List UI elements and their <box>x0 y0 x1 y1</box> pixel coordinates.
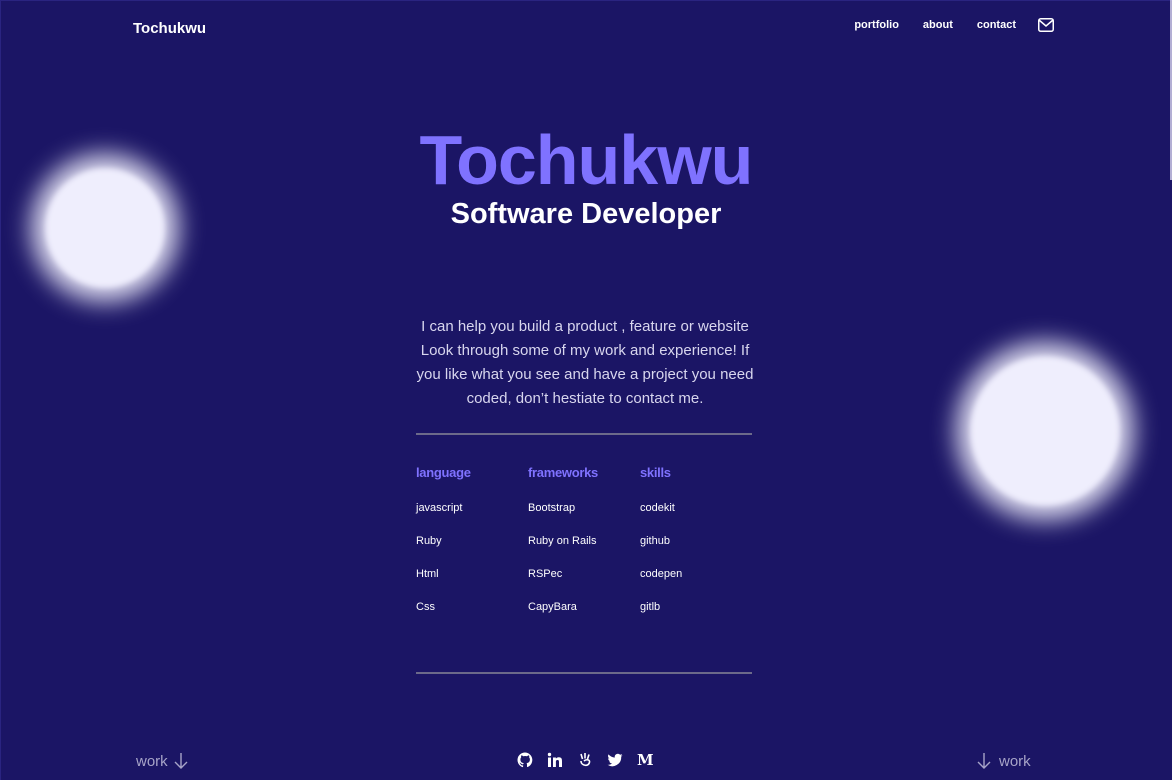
list-item: Html <box>416 568 439 580</box>
mail-icon[interactable] <box>1038 18 1054 32</box>
skills-column-frameworks: frameworks Bootstrap Ruby on Rails RSPec… <box>528 465 640 634</box>
work-label: work <box>999 752 1031 770</box>
list-item: codepen <box>640 568 683 580</box>
list-item: gitlb <box>640 601 661 613</box>
skills-columns: language javascript Ruby Html Css framew… <box>416 465 752 634</box>
github-icon[interactable] <box>517 752 533 768</box>
nav-link-contact[interactable]: contact <box>977 19 1016 31</box>
column-title: frameworks <box>528 465 598 480</box>
arrow-down-icon <box>174 752 188 770</box>
medium-icon[interactable]: M <box>637 751 654 769</box>
skills-column-skills: skills codekit github codepen gitlb <box>640 465 752 634</box>
divider-bottom <box>416 672 752 674</box>
angellist-icon[interactable] <box>577 752 593 768</box>
list-item: CapyBara <box>528 601 577 613</box>
list-item: javascript <box>416 502 463 514</box>
site-logo[interactable]: Tochukwu <box>133 20 206 37</box>
twitter-icon[interactable] <box>607 752 623 768</box>
hero-role: Software Developer <box>450 198 722 230</box>
work-link-right[interactable]: work <box>977 752 1031 770</box>
decorative-orb-right <box>970 356 1120 506</box>
list-item: Ruby on Rails <box>528 535 597 547</box>
list-item: Ruby <box>416 535 442 547</box>
hero-name: Tochukwu <box>419 121 754 199</box>
list-item: Bootstrap <box>528 502 576 514</box>
column-title: language <box>416 465 471 480</box>
work-label: work <box>136 752 168 770</box>
skills-column-language: language javascript Ruby Html Css <box>416 465 528 634</box>
arrow-down-icon <box>977 752 991 770</box>
intro-text: I can help you build a product , feature… <box>416 318 754 407</box>
top-nav: portfolio about contact <box>830 18 1054 32</box>
column-title: skills <box>640 465 671 480</box>
divider-top <box>416 433 752 435</box>
linkedin-icon[interactable] <box>547 752 563 768</box>
work-link-left[interactable]: work <box>136 752 188 770</box>
nav-link-portfolio[interactable]: portfolio <box>854 19 899 31</box>
list-item: Css <box>416 601 435 613</box>
list-item: github <box>640 535 670 547</box>
list-item: codekit <box>640 502 675 514</box>
list-item: RSPec <box>528 568 563 580</box>
nav-link-about[interactable]: about <box>923 19 953 31</box>
social-links: M <box>517 751 668 769</box>
